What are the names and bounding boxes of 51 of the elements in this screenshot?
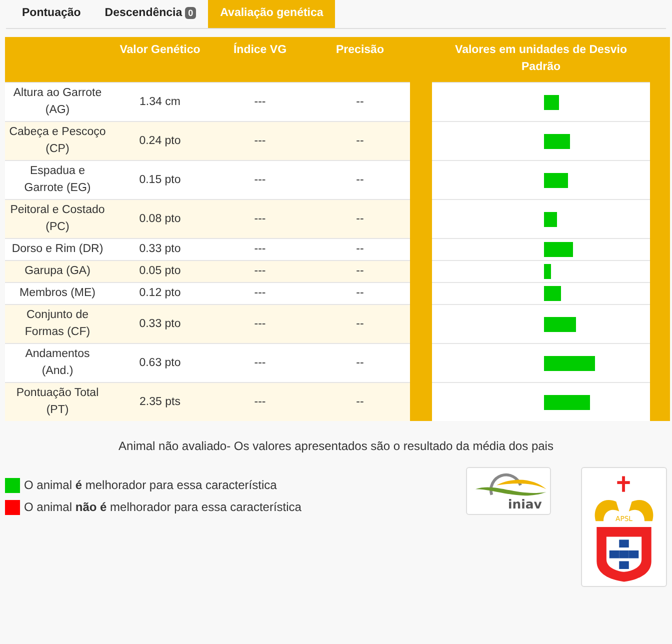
column-header: Índice VG xyxy=(233,44,287,56)
trait-label: Dorso e Rim (DR) xyxy=(12,243,104,255)
table-cell: 0.15 pto xyxy=(139,174,181,186)
column-header: Valores em unidades de Desvio Padrão xyxy=(455,44,627,73)
trait-label: Cabeça e Pescoço (CP) xyxy=(9,126,106,155)
table-cell: --- xyxy=(254,287,266,299)
iniav-logo: iniav xyxy=(466,467,551,515)
trait-label: Altura ao Garrote (AG) xyxy=(13,87,102,116)
table-cell: --- xyxy=(254,318,266,330)
tab[interactable]: Descendência 0 xyxy=(92,0,208,28)
trait-label: Garupa (GA) xyxy=(24,265,90,277)
trait-label: Pontuação Total (PT) xyxy=(16,387,99,416)
trait-label: Membros (ME) xyxy=(19,287,96,299)
column-header: Valor Genético xyxy=(120,44,200,56)
table-cell: 1.34 cm xyxy=(140,96,180,108)
table-cell: 0.08 pto xyxy=(139,212,181,224)
table-cell: 0.24 pto xyxy=(139,134,181,146)
table-cell: --- xyxy=(254,265,266,277)
table-cell: 0.63 pto xyxy=(139,356,181,368)
table-cell: -- xyxy=(356,318,364,330)
table-cell: -- xyxy=(356,243,364,255)
legend-text: O animal não é melhorador para essa característica xyxy=(24,499,302,516)
table-cell: --- xyxy=(254,134,266,146)
table-cell: 0.33 pto xyxy=(139,318,181,330)
table-cell: --- xyxy=(254,212,266,224)
table-cell: --- xyxy=(254,174,266,186)
table-cell: -- xyxy=(356,396,364,408)
table-cell: -- xyxy=(356,265,364,277)
column-header: Precisão xyxy=(336,44,384,56)
legend-text: O animal é melhorador para essa característica xyxy=(24,477,277,494)
table-cell: -- xyxy=(356,356,364,368)
table-cell: -- xyxy=(356,287,364,299)
tab[interactable]: Pontuação xyxy=(10,0,93,28)
table-cell: -- xyxy=(356,174,364,186)
table-cell: -- xyxy=(356,96,364,108)
note-text: Animal não avaliado- Os valores apresentados são o resultado da média dos pais xyxy=(118,438,554,455)
table-cell: -- xyxy=(356,212,364,224)
table-cell: 0.33 pto xyxy=(139,243,181,255)
table-cell: --- xyxy=(254,243,266,255)
table-cell: --- xyxy=(254,96,266,108)
trait-label: Andamentos (And.) xyxy=(25,348,90,377)
table-cell: --- xyxy=(254,356,266,368)
table-cell: --- xyxy=(254,396,266,408)
trait-label: Peitoral e Costado (PC) xyxy=(10,204,105,233)
table-cell: 0.05 pto xyxy=(139,265,181,277)
table-cell: 0.12 pto xyxy=(139,287,181,299)
count-badge: 0 xyxy=(185,7,196,19)
table-cell: 2.35 pts xyxy=(140,396,180,408)
trait-label: Espadua e Garrote (EG) xyxy=(24,165,91,194)
table-cell: -- xyxy=(356,134,364,146)
trait-label: Conjunto de Formas (CF) xyxy=(24,309,90,338)
